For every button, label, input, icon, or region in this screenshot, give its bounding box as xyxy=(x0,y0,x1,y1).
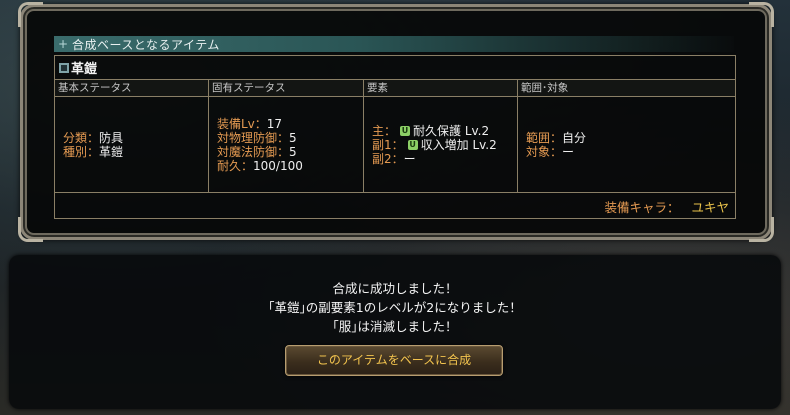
equip-chara-row: 装備キャラ： ユキヤ xyxy=(55,193,735,219)
frame-corner-ornament xyxy=(18,2,43,27)
frame-corner-ornament xyxy=(749,217,774,242)
range-row-target: 対象：ー xyxy=(526,144,575,159)
frame-corner-ornament xyxy=(749,2,774,27)
unique-status-column: 固有ステータス 装備Lv：17 対物理防御：5 対魔法防御：5 耐久：100/1… xyxy=(209,80,364,192)
element-row-main: 主： U 耐久保護 Lv.2 xyxy=(372,123,490,138)
basic-row-type: 種別：革鎧 xyxy=(63,144,124,159)
frame-corner-ornament xyxy=(18,217,43,242)
element-row-sub2: 副2：ー xyxy=(372,151,416,166)
section-header: + 合成ベースとなるアイテム xyxy=(54,36,734,52)
item-name: 革鎧 xyxy=(71,62,98,77)
equip-chara-name: ユキヤ xyxy=(691,199,729,215)
element-column: 要素 主： U 耐久保護 Lv.2 副1： U 収入増加 Lv.2 副2：ー xyxy=(364,80,518,192)
armor-icon xyxy=(59,62,69,73)
range-header: 範囲･対象 xyxy=(518,80,735,97)
synthesize-with-base-button[interactable]: このアイテムをベースに合成 xyxy=(285,345,503,376)
upgrade-badge-icon: U xyxy=(407,140,418,150)
section-title: 合成ベースとなるアイテム xyxy=(72,37,220,52)
equip-chara-label: 装備キャラ： xyxy=(604,199,680,215)
result-message-success: 合成に成功しました！ xyxy=(332,281,458,296)
basic-status-column: 基本ステータス 分類：防具 種別：革鎧 xyxy=(55,80,209,192)
unique-row-magic-defense: 対魔法防御：5 xyxy=(217,144,297,159)
basic-row-category: 分類：防具 xyxy=(63,130,124,145)
status-columns: 基本ステータス 分類：防具 種別：革鎧 固有ステータス 装備Lv：17 対物理防… xyxy=(55,80,735,193)
plus-icon: + xyxy=(57,37,69,51)
element-row-sub1: 副1： U 収入増加 Lv.2 xyxy=(372,137,497,152)
result-message-level: ｢革鎧｣の副要素1のレベルが2になりました！ xyxy=(268,300,522,315)
result-message-consumed: ｢服｣は消滅しました！ xyxy=(332,319,458,334)
range-column: 範囲･対象 範囲：自分 対象：ー xyxy=(518,80,735,192)
upgrade-badge-icon: U xyxy=(400,126,411,136)
unique-row-equip-level: 装備Lv：17 xyxy=(217,116,283,131)
result-dialog: 合成に成功しました！ ｢革鎧｣の副要素1のレベルが2になりました！ ｢服｣は消滅… xyxy=(9,255,781,409)
element-header: 要素 xyxy=(364,80,517,97)
unique-row-durability: 耐久：100/100 xyxy=(217,158,303,173)
item-status-table: 革鎧 基本ステータス 分類：防具 種別：革鎧 固有ステータス 装備Lv：17 対… xyxy=(54,55,736,219)
basic-status-header: 基本ステータス xyxy=(55,80,208,97)
item-name-row: 革鎧 xyxy=(55,56,735,80)
range-row-range: 範囲：自分 xyxy=(526,130,587,145)
unique-row-phys-defense: 対物理防御：5 xyxy=(217,130,297,145)
unique-status-header: 固有ステータス xyxy=(209,80,363,97)
